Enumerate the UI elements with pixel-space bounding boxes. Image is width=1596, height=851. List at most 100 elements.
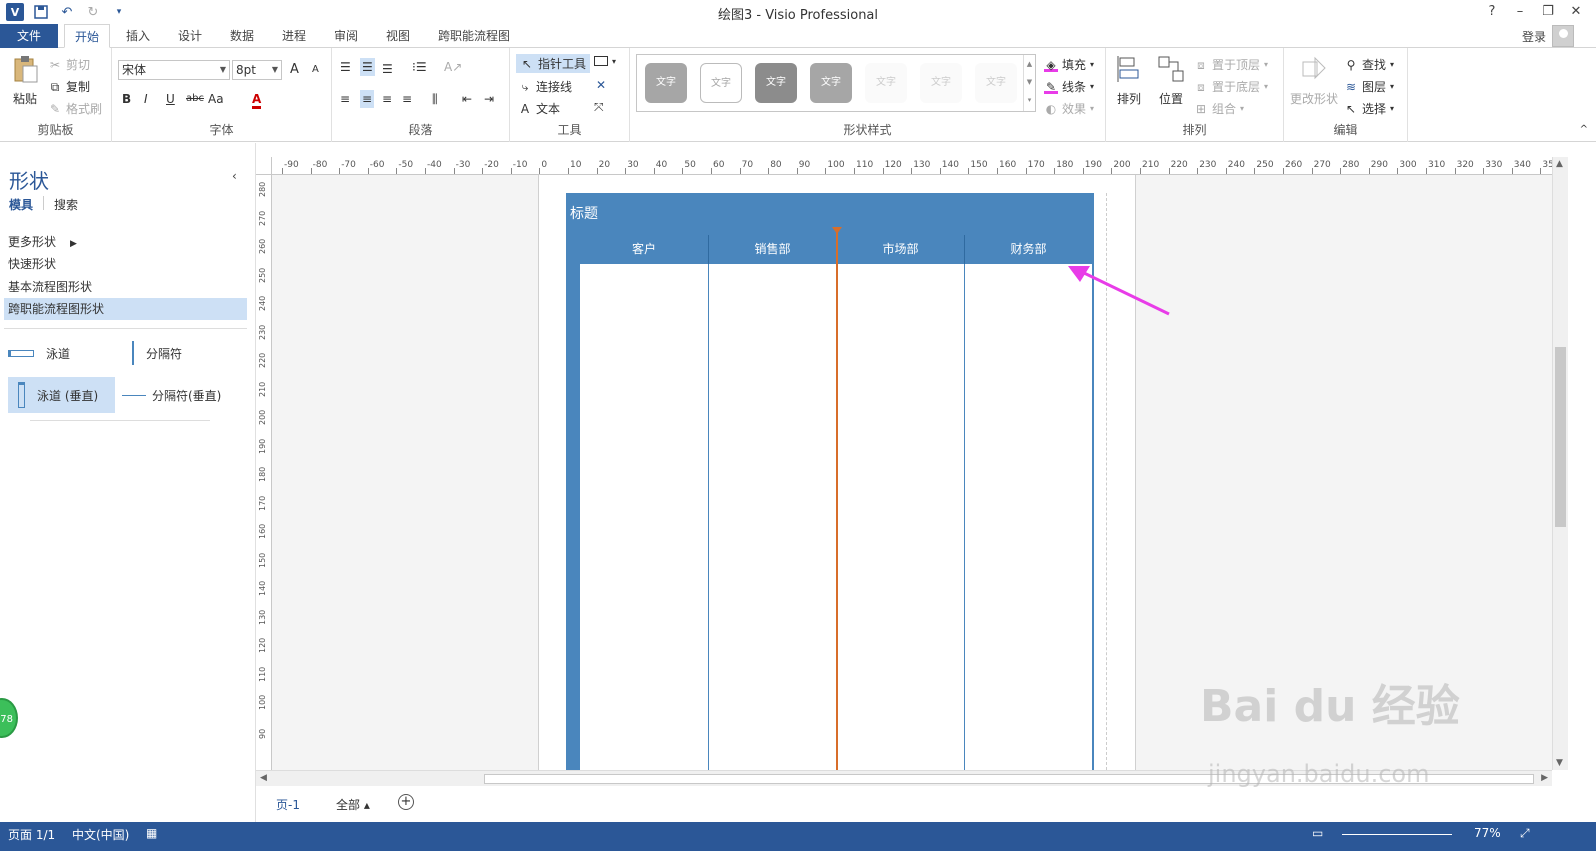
status-language[interactable]: 中文(中国) <box>72 826 129 843</box>
lane-finance[interactable] <box>965 264 1094 770</box>
send-to-back-button[interactable]: ⧈ 置于底层 ▾ <box>1194 78 1268 95</box>
lane-header-customer[interactable]: 客户 <box>580 235 709 264</box>
position-button[interactable]: 位置 <box>1156 54 1186 107</box>
find-button[interactable]: ⚲ 查找 ▾ <box>1344 56 1394 73</box>
tab-home[interactable]: 开始 <box>64 24 111 48</box>
font-color-button[interactable]: A <box>252 92 262 109</box>
tab-file[interactable]: 文件 <box>0 24 58 48</box>
restore-button[interactable]: ❐ <box>1534 2 1562 22</box>
scroll-up-icon[interactable]: ▲ <box>1556 159 1563 169</box>
underline-button[interactable]: U <box>166 92 175 106</box>
copy-button[interactable]: ⧉ 复制 <box>48 78 90 95</box>
fit-window-icon[interactable]: ⤢ <box>1520 826 1530 841</box>
increase-indent-icon[interactable]: ⇥ <box>484 92 494 106</box>
shrink-font-button[interactable]: A <box>312 64 319 75</box>
connection-point-icon[interactable]: ⤧ <box>594 100 604 115</box>
style-swatch-2[interactable]: 文字 <box>700 63 742 103</box>
gallery-scroll-icon[interactable]: ▲ ▼ ▾ <box>1023 55 1035 111</box>
align-right-icon[interactable]: ≡ <box>382 92 392 106</box>
delete-connector-icon[interactable]: ✕ <box>596 78 606 92</box>
close-button[interactable]: ✕ <box>1562 2 1590 22</box>
bullets-icon[interactable]: ⁝☰ <box>412 60 427 74</box>
bold-button[interactable]: B <box>122 92 131 106</box>
style-swatch-1[interactable]: 文字 <box>645 63 687 103</box>
add-page-icon[interactable]: + <box>398 794 414 810</box>
zoom-slider[interactable] <box>1342 834 1452 835</box>
tab-view[interactable]: 视图 <box>376 24 420 48</box>
italic-button[interactable]: I <box>144 92 148 106</box>
separator-vertical-line[interactable] <box>836 230 838 770</box>
help-button[interactable]: ? <box>1478 2 1506 22</box>
tab-design[interactable]: 设计 <box>168 24 212 48</box>
tab-data[interactable]: 数据 <box>220 24 264 48</box>
vertical-scrollbar[interactable]: ▲ ▼ <box>1552 157 1568 770</box>
format-painter-button[interactable]: ✎ 格式刷 <box>48 100 102 117</box>
all-pages-button[interactable]: 全部 ▴ <box>336 796 370 813</box>
align-top-icon[interactable]: ☰ <box>340 60 351 74</box>
tab-process[interactable]: 进程 <box>272 24 316 48</box>
undo-icon[interactable]: ↶ <box>58 3 76 21</box>
collapse-ribbon-icon[interactable]: ^ <box>1580 124 1588 135</box>
lane-customer[interactable] <box>580 264 709 770</box>
grow-font-button[interactable]: A <box>290 62 299 77</box>
align-middle-icon[interactable]: ☰ <box>360 58 375 76</box>
line-button[interactable]: ✎ 线条 ▾ <box>1044 78 1094 95</box>
align-button[interactable]: 排列 <box>1114 54 1144 107</box>
macro-icon[interactable]: ▦ <box>146 826 157 840</box>
style-swatch-3[interactable]: 文字 <box>755 63 797 103</box>
paste-button[interactable]: 粘贴 <box>10 54 40 107</box>
login-link[interactable]: 登录 <box>1522 28 1546 45</box>
tab-stencils[interactable]: 模具 <box>9 196 33 213</box>
tab-review[interactable]: 审阅 <box>324 24 368 48</box>
cff-shapes-item[interactable]: 跨职能流程图形状 <box>4 298 247 320</box>
group-button[interactable]: ⊞ 组合 ▾ <box>1194 100 1244 117</box>
fit-page-icon[interactable]: ▭ <box>1312 826 1323 840</box>
layers-button[interactable]: ≋ 图层 ▾ <box>1344 78 1394 95</box>
change-shape-button[interactable]: 更改形状 <box>1290 54 1338 107</box>
connector-button[interactable]: ⤷ 连接线 <box>518 78 572 95</box>
bring-to-front-button[interactable]: ⧈ 置于顶层 ▾ <box>1194 56 1268 73</box>
scroll-down-icon[interactable]: ▼ <box>1556 758 1563 768</box>
save-icon[interactable] <box>32 3 50 21</box>
lane-header-marketing[interactable]: 市场部 <box>837 235 965 264</box>
minimize-button[interactable]: – <box>1506 2 1534 22</box>
cross-functional-flowchart[interactable]: 标题 客户 销售部 市场部 财务部 <box>566 193 1094 770</box>
vertical-scroll-thumb[interactable] <box>1555 347 1566 527</box>
basic-flowchart-item[interactable]: 基本流程图形状 <box>8 278 92 295</box>
lane-header-finance[interactable]: 财务部 <box>965 235 1094 264</box>
lane-header-sales[interactable]: 销售部 <box>709 235 837 264</box>
separator-handle[interactable] <box>832 227 842 234</box>
status-page[interactable]: 页面 1/1 <box>8 826 55 843</box>
lane-sales[interactable] <box>709 264 837 770</box>
style-swatch-7[interactable]: 文字 <box>975 63 1017 103</box>
zoom-level[interactable]: 77% <box>1474 826 1501 840</box>
scroll-right-icon[interactable]: ▶ <box>1541 773 1548 783</box>
shape-swimlane-vertical[interactable]: 泳道 (垂直) <box>8 377 115 413</box>
pointer-tool-button[interactable]: ↖ 指针工具 <box>516 54 591 73</box>
shape-separator[interactable]: 分隔符 <box>132 341 182 365</box>
tab-search[interactable]: 搜索 <box>54 196 78 213</box>
font-size-select[interactable]: 8pt ▼ <box>232 60 282 80</box>
fill-button[interactable]: ◈ 填充 ▾ <box>1044 56 1094 73</box>
select-button[interactable]: ↖ 选择 ▾ <box>1344 100 1394 117</box>
style-swatch-6[interactable]: 文字 <box>920 63 962 103</box>
text-orientation-icon[interactable]: ⫼ <box>432 92 438 107</box>
shape-separator-vertical[interactable]: 分隔符(垂直) <box>122 387 221 404</box>
more-shapes-item[interactable]: 更多形状 ▶ <box>8 233 77 250</box>
effects-button[interactable]: ◐ 效果 ▾ <box>1044 100 1094 117</box>
rectangle-tool-button[interactable]: ▾ <box>594 56 616 66</box>
style-swatch-5[interactable]: 文字 <box>865 63 907 103</box>
align-left-icon[interactable]: ≡ <box>340 92 350 106</box>
align-center-icon[interactable]: ≡ <box>360 90 375 108</box>
scroll-left-icon[interactable]: ◀ <box>260 773 267 783</box>
collapse-pane-icon[interactable]: ‹ <box>232 169 237 183</box>
customize-qat-icon[interactable]: ▾ <box>110 3 128 21</box>
decrease-indent-icon[interactable]: ⇤ <box>462 92 472 106</box>
lane-marketing[interactable] <box>837 264 965 770</box>
tab-cross-functional[interactable]: 跨职能流程图 <box>428 24 520 48</box>
text-tool-button[interactable]: A 文本 <box>518 100 560 117</box>
cff-title[interactable]: 标题 <box>566 193 1094 235</box>
strikethrough-button[interactable]: abc <box>186 93 204 104</box>
font-family-select[interactable]: 宋体 ▼ <box>118 60 230 80</box>
text-direction-icon[interactable]: A↗ <box>444 60 462 74</box>
